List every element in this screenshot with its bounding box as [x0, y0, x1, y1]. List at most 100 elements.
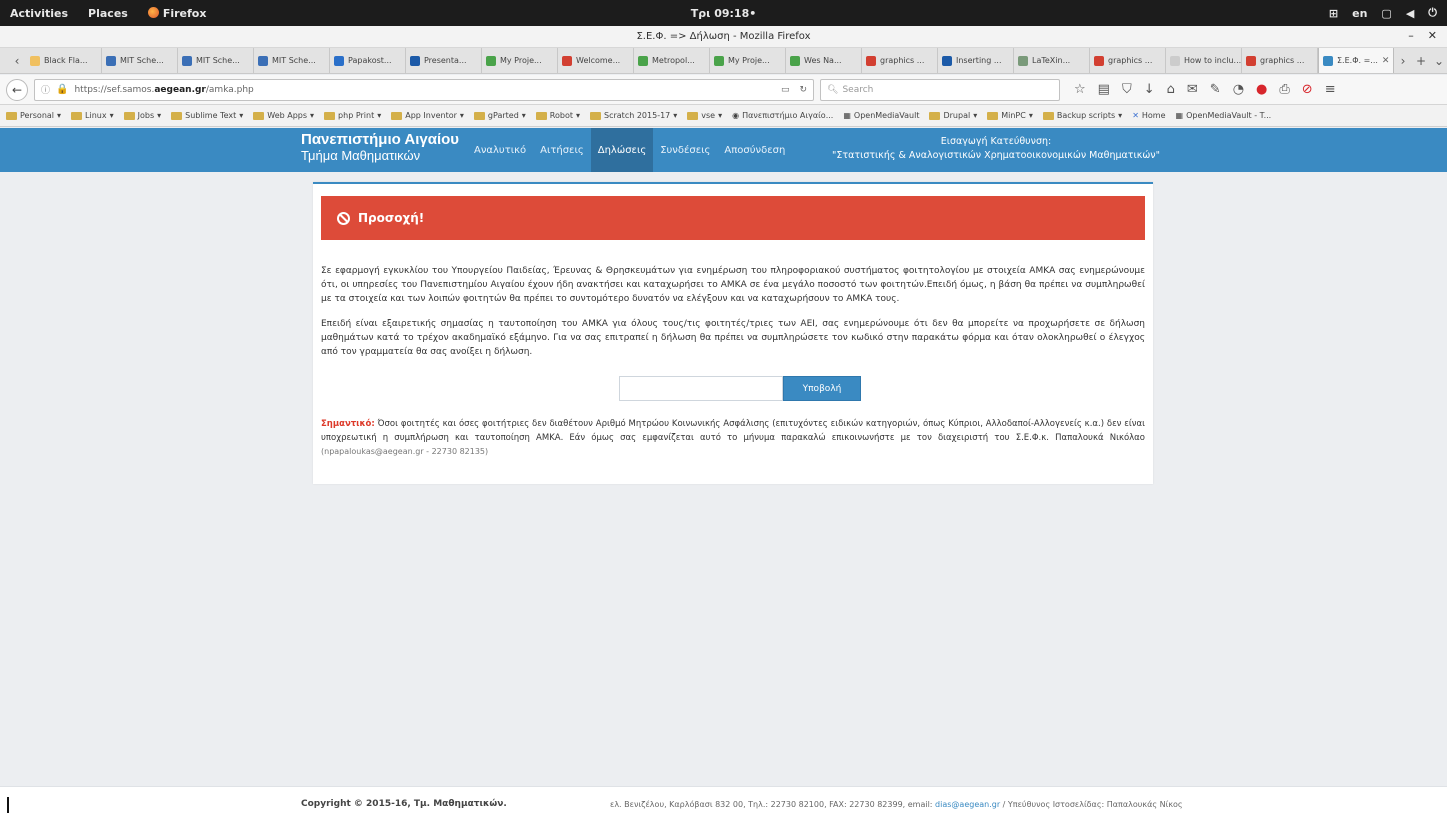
volume-icon[interactable]: ◀ [1406, 7, 1414, 20]
browser-tab[interactable]: graphics ... [862, 48, 938, 73]
tab-scroll-right-icon[interactable]: › [1394, 48, 1412, 73]
tab-label: graphics ... [1260, 56, 1305, 65]
url-text: https://sef.samos.aegean.gr/amka.php [74, 84, 254, 95]
bookmark-star-icon[interactable]: ☆ [1074, 82, 1086, 97]
site-footer: Copyright © 2015-16, Τμ. Μαθηματικών. ελ… [0, 786, 1447, 820]
browser-tab[interactable]: My Proje... [710, 48, 786, 73]
menu-icon[interactable]: ≡ [1325, 82, 1336, 97]
bookmark-folder[interactable]: vse ▾ [687, 111, 722, 120]
downloads-icon[interactable]: ↓ [1144, 82, 1155, 97]
close-tab-icon[interactable]: ✕ [1382, 56, 1390, 66]
tab-label: MIT Sche... [196, 56, 240, 65]
reload-icon[interactable]: ↻ [799, 85, 807, 95]
browser-tab[interactable]: My Proje... [482, 48, 558, 73]
bookmark-link[interactable]: ▦ OpenMediaVault - T... [1176, 111, 1272, 120]
close-window-icon[interactable]: ✕ [1428, 29, 1437, 42]
browser-tab[interactable]: Papakost... [330, 48, 406, 73]
new-tab-icon[interactable]: + [1412, 48, 1430, 73]
clock[interactable]: Τρι 09:18• [691, 7, 757, 20]
library-icon[interactable]: ▤ [1098, 82, 1110, 97]
window-titlebar: Σ.Ε.Φ. => Δήλωση - Mozilla Firefox – ✕ [0, 26, 1447, 48]
ublock-icon[interactable]: ● [1256, 82, 1267, 97]
tab-label: Welcome... [576, 56, 621, 65]
browser-tab[interactable]: MIT Sche... [254, 48, 330, 73]
site-brand[interactable]: Πανεπιστήμιο Αιγαίου Τμήμα Μαθηματικών [301, 132, 459, 164]
bookmark-folder[interactable]: php Print ▾ [324, 111, 381, 120]
bookmark-folder[interactable]: Scratch 2015-17 ▾ [590, 111, 677, 120]
bookmark-folder[interactable]: Personal ▾ [6, 111, 61, 120]
menu-item-syndeseis[interactable]: Συνδέσεις [653, 128, 717, 172]
bookmark-folder[interactable]: gParted ▾ [473, 111, 526, 120]
folder-icon [987, 111, 999, 120]
footer-email-link[interactable]: dias@aegean.gr [935, 800, 1000, 809]
folder-icon [929, 111, 941, 120]
direction-note-title: Εισαγωγή Κατεύθυνση: [940, 136, 1052, 147]
back-button[interactable]: ← [6, 78, 28, 101]
network-icon[interactable]: ⊞ [1329, 7, 1338, 20]
reader-view-icon[interactable]: ▭ [781, 85, 790, 95]
folder-icon [324, 111, 336, 120]
browser-tab[interactable]: MIT Sche... [102, 48, 178, 73]
browser-tab-active[interactable]: Σ.Ε.Φ. =... ✕ [1318, 48, 1394, 73]
bookmark-folder[interactable]: Sublime Text ▾ [171, 111, 243, 120]
home-icon[interactable]: ⌂ [1167, 82, 1175, 97]
app-menu[interactable]: Firefox [147, 6, 206, 20]
tab-list-icon[interactable]: ⌄ [1430, 48, 1447, 73]
firefox-icon [147, 6, 159, 18]
tab-scroll-left-icon[interactable]: ‹ [8, 48, 26, 73]
language-indicator[interactable]: en [1352, 7, 1367, 20]
tab-favicon [942, 55, 952, 66]
folder-icon [253, 111, 265, 120]
stop-icon[interactable]: ⊘ [1302, 82, 1313, 97]
browser-tab[interactable]: How to inclu... [1166, 48, 1242, 73]
browser-tab[interactable]: LaTeXin... [1014, 48, 1090, 73]
extension-icon[interactable]: ✉ [1187, 82, 1198, 97]
display-icon[interactable]: ▢ [1381, 7, 1391, 20]
bookmark-folder[interactable]: Backup scripts ▾ [1042, 111, 1122, 120]
tab-favicon [638, 55, 648, 66]
bookmark-folder[interactable]: App Inventor ▾ [391, 111, 464, 120]
minimize-icon[interactable]: – [1408, 29, 1414, 42]
info-icon[interactable]: ⓘ [41, 83, 50, 96]
search-placeholder: Search [842, 84, 874, 95]
search-input[interactable]: 🔍︎ Search [820, 78, 1060, 101]
screenshot-icon[interactable]: ⎙ [1279, 82, 1289, 97]
extension-icon[interactable]: ◔ [1233, 82, 1244, 97]
lock-icon[interactable]: 🔒 [56, 84, 68, 95]
extension-icon[interactable]: ✎ [1210, 82, 1221, 97]
content-panel: Προσοχή! Σε εφαρμογή εγκυκλίου του Υπουρ… [313, 182, 1153, 484]
tab-favicon [30, 55, 40, 66]
folder-icon [1042, 111, 1054, 120]
menu-item-analytiko[interactable]: Αναλυτικό [467, 128, 533, 172]
url-bar[interactable]: ⓘ 🔒 https://sef.samos.aegean.gr/amka.php… [34, 78, 814, 101]
browser-tab[interactable]: MIT Sche... [178, 48, 254, 73]
browser-tab[interactable]: graphics ... [1242, 48, 1318, 73]
browser-tab[interactable]: Wes Na... [786, 48, 862, 73]
browser-tab[interactable]: graphics ... [1090, 48, 1166, 73]
places-menu[interactable]: Places [88, 7, 128, 20]
bookmark-folder[interactable]: Drupal ▾ [929, 111, 977, 120]
bookmark-folder[interactable]: Jobs ▾ [123, 111, 161, 120]
tab-label: LaTeXin... [1032, 56, 1071, 65]
browser-tab[interactable]: Presenta... [406, 48, 482, 73]
activities-button[interactable]: Activities [10, 7, 68, 20]
bookmark-folder[interactable]: MinPC ▾ [987, 111, 1033, 120]
bookmark-folder[interactable]: Linux ▾ [71, 111, 114, 120]
pocket-icon[interactable]: ⛉ [1122, 82, 1132, 97]
bookmark-link[interactable]: ▦ OpenMediaVault [843, 111, 919, 120]
tab-label: Black Fla... [44, 56, 88, 65]
power-icon[interactable]: ⏻ [1428, 6, 1437, 20]
browser-tab[interactable]: Welcome... [558, 48, 634, 73]
browser-tab[interactable]: Black Fla... [26, 48, 102, 73]
amka-input[interactable] [619, 376, 783, 401]
menu-item-aitiseis[interactable]: Αιτήσεις [533, 128, 591, 172]
bookmark-folder[interactable]: Web Apps ▾ [253, 111, 314, 120]
menu-item-aposyndesi[interactable]: Αποσύνδεση [717, 128, 792, 172]
submit-button[interactable]: Υποβολή [783, 376, 861, 401]
browser-tab[interactable]: Metropol... [634, 48, 710, 73]
bookmark-link[interactable]: ◉ Πανεπιστήμιο Αιγαίο... [732, 111, 833, 120]
bookmark-link[interactable]: ✕ Home [1132, 111, 1165, 120]
browser-tab[interactable]: Inserting ... [938, 48, 1014, 73]
bookmark-folder[interactable]: Robot ▾ [535, 111, 580, 120]
menu-item-diloseis[interactable]: Δηλώσεις [590, 128, 654, 172]
